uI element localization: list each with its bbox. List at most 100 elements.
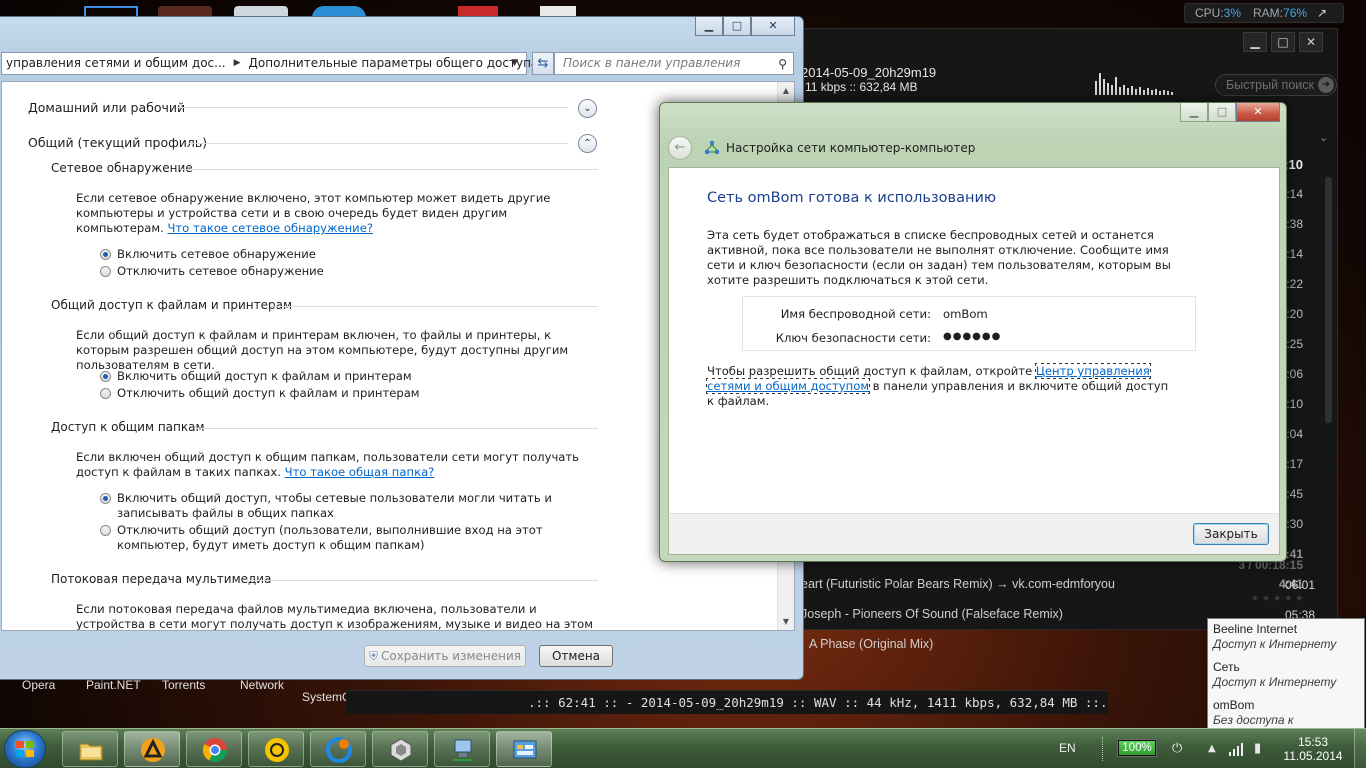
taskbar-chrome[interactable]: [186, 731, 242, 767]
radio-option[interactable]: Отключить сетевое обнаружение: [100, 264, 601, 279]
spectrum-visualizer: [1095, 73, 1173, 95]
player-minimize-button[interactable]: ▁: [1243, 32, 1267, 52]
start-button[interactable]: [4, 730, 46, 768]
cpu-value: 3%: [1223, 6, 1242, 20]
desktop-icon-label[interactable]: SystemC: [302, 690, 351, 704]
section-text: Если общий доступ к файлам и принтерам в…: [76, 328, 569, 372]
collapse-chevron-icon[interactable]: ⌃: [578, 134, 597, 153]
taskbar-app[interactable]: [310, 731, 366, 767]
desktop-icon-label[interactable]: Torrents: [162, 678, 205, 692]
taskbar-control-panel[interactable]: [496, 731, 552, 767]
taskbar-explorer[interactable]: [62, 731, 118, 767]
radio-option[interactable]: Отключить общий доступ (пользователи, вы…: [100, 523, 581, 553]
maximize-button[interactable]: □: [723, 17, 751, 36]
playlist-item-duration: 06:01: [1284, 578, 1315, 592]
scroll-down-arrow-icon[interactable]: ▼: [778, 613, 794, 630]
radio-button[interactable]: [100, 525, 111, 536]
tray-grip-icon: [1102, 737, 1108, 761]
player-maximize-button[interactable]: □: [1271, 32, 1295, 52]
address-bar[interactable]: управления сетями и общим дос... ▶ Допол…: [1, 52, 538, 75]
network-name[interactable]: omBom: [1213, 698, 1254, 712]
dialog-title: Настройка сети компьютер-компьютер: [726, 141, 976, 155]
save-changes-button[interactable]: ⛨ Сохранить изменения: [364, 645, 526, 667]
radio-button[interactable]: [100, 249, 111, 260]
taskbar-app[interactable]: [248, 731, 304, 767]
ring-app-icon: [265, 738, 289, 762]
expand-icon[interactable]: ↗: [1317, 6, 1327, 20]
search-icon[interactable]: ⚲: [778, 54, 787, 75]
player-track-title: 2014-05-09_20h29m19: [801, 65, 937, 80]
desktop-icon-label[interactable]: Network: [240, 678, 284, 692]
rating-stars[interactable]: ★★★★★: [1251, 594, 1306, 604]
playlist-scrollbar[interactable]: [1325, 177, 1332, 423]
minimize-button[interactable]: ▁: [695, 17, 723, 36]
network-name[interactable]: Beeline Internet: [1213, 622, 1297, 636]
taskbar-network-setup[interactable]: [434, 731, 490, 767]
profile-public-header[interactable]: Общий (текущий профиль): [28, 135, 207, 150]
player-track-info: 11 kbps :: 632,84 MB: [805, 80, 918, 94]
radio-option[interactable]: Включить общий доступ к файлам и принтер…: [100, 369, 601, 384]
battery-label: 100%: [1122, 742, 1152, 754]
show-hidden-icons-icon[interactable]: ▲: [1208, 743, 1216, 754]
network-name[interactable]: Сеть: [1213, 660, 1240, 674]
close-dialog-button[interactable]: Закрыть: [1193, 523, 1269, 545]
radio-label: Отключить общий доступ (пользователи, вы…: [117, 523, 543, 552]
network-details-box: Имя беспроводной сети: omBom Ключ безопа…: [742, 296, 1196, 351]
playlist-item-title[interactable]: Joseph - Pioneers Of Sound (Falseface Re…: [801, 607, 1063, 621]
search-input[interactable]: Поиск в панели управления ⚲: [554, 52, 794, 75]
breadcrumb-item[interactable]: Дополнительные параметры общего доступа: [249, 53, 539, 74]
desktop-icon-label[interactable]: Opera: [22, 678, 55, 692]
chevron-down-icon[interactable]: ▼: [511, 53, 518, 74]
network-signal-icon[interactable]: [1228, 742, 1244, 756]
network-name-label: Имя беспроводной сети:: [780, 307, 931, 321]
divider: [188, 143, 568, 144]
battery-icon[interactable]: ▮: [1254, 741, 1261, 756]
player-close-button[interactable]: ✕: [1299, 32, 1323, 52]
radio-label: Отключить сетевое обнаружение: [117, 264, 324, 278]
power-plug-icon[interactable]: ⏻: [1172, 741, 1182, 756]
search-go-icon[interactable]: ➜: [1318, 77, 1334, 93]
cpu-label: CPU:: [1195, 6, 1224, 20]
back-arrow-icon[interactable]: ←: [668, 136, 692, 160]
radio-button[interactable]: [100, 388, 111, 399]
radio-button[interactable]: [100, 371, 111, 382]
clock-date: 11.05.2014: [1283, 749, 1343, 763]
divider: [180, 169, 598, 170]
help-link[interactable]: Что такое сетевое обнаружение?: [167, 221, 373, 235]
show-desktop-button[interactable]: [1354, 729, 1366, 768]
minimize-button[interactable]: ▁: [1180, 103, 1208, 122]
network-setup-dialog: ▁ □ ✕ ← Настройка сети компьютер-компьют…: [659, 102, 1287, 562]
save-button-label: Сохранить изменения: [380, 649, 522, 663]
clock[interactable]: 15:53 11.05.2014: [1280, 735, 1346, 763]
taskbar-aimp[interactable]: [124, 731, 180, 767]
profile-home-header[interactable]: Домашний или рабочий: [28, 100, 185, 115]
radio-button[interactable]: [100, 493, 111, 504]
close-button[interactable]: ✕: [751, 17, 795, 36]
security-key-value: ●●●●●●: [943, 331, 1002, 342]
maximize-button[interactable]: □: [1208, 103, 1236, 122]
scroll-up-arrow-icon[interactable]: ▲: [778, 82, 794, 99]
expand-chevron-icon[interactable]: ⌄: [578, 99, 597, 118]
control-panel-footer: ⛨ Сохранить изменения Отмена: [0, 639, 803, 679]
breadcrumb-item[interactable]: управления сетями и общим дос...: [6, 53, 226, 74]
radio-label: Включить общий доступ, чтобы сетевые пол…: [117, 491, 552, 520]
divider: [178, 107, 568, 108]
radio-option[interactable]: Включить сетевое обнаружение: [100, 247, 601, 262]
desktop-icon-label[interactable]: Paint.NET: [86, 678, 141, 692]
breadcrumb-arrow-icon[interactable]: ▶: [234, 53, 241, 74]
radio-button[interactable]: [100, 266, 111, 277]
close-button[interactable]: ✕: [1236, 103, 1280, 122]
help-link[interactable]: Что такое общая папка?: [285, 465, 435, 479]
cancel-button[interactable]: Отмена: [539, 645, 613, 667]
playlist-item-title[interactable]: A Phase (Original Mix): [809, 637, 933, 651]
language-indicator[interactable]: EN: [1059, 741, 1076, 755]
chevron-down-icon[interactable]: ⌄: [1319, 131, 1328, 144]
player-quick-search[interactable]: Быстрый поиск ➜: [1215, 74, 1337, 96]
radio-label: Включить сетевое обнаружение: [117, 247, 316, 261]
battery-meter[interactable]: 100%: [1117, 739, 1157, 757]
radio-option[interactable]: Включить общий доступ, чтобы сетевые пол…: [100, 491, 581, 521]
playlist-item-title[interactable]: eart (Futuristic Polar Bears Remix) → vk…: [801, 577, 1115, 591]
refresh-button[interactable]: ⇆: [532, 52, 554, 75]
taskbar-app[interactable]: [372, 731, 428, 767]
radio-option[interactable]: Отключить общий доступ к файлам и принте…: [100, 386, 601, 401]
